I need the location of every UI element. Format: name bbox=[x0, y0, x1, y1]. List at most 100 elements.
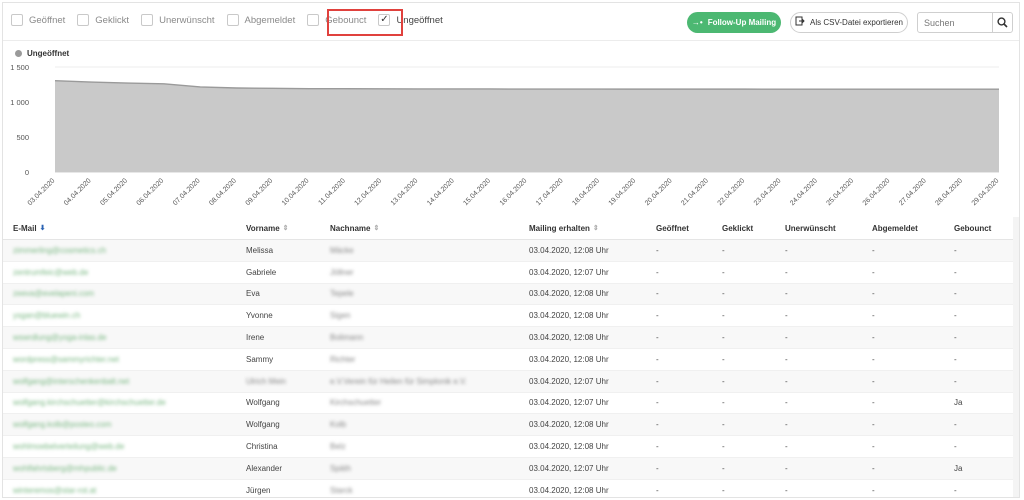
cell-email[interactable]: zimmerling@cosmetics.ch bbox=[3, 246, 246, 255]
cell-email[interactable]: wolfgang.kirchschuetter@kirchschuetter.d… bbox=[3, 398, 246, 407]
sort-icon[interactable]: ⇕ bbox=[593, 224, 599, 232]
cell-abgemeldet: - bbox=[872, 376, 875, 386]
toolbar: Geöffnet Geklickt Unerwünscht Abgemeldet Geb… bbox=[3, 3, 1019, 41]
column-header-nachname[interactable]: Nachname ⇕ bbox=[330, 224, 529, 233]
filter-geklickt[interactable]: Geklickt bbox=[77, 14, 129, 26]
table-row[interactable]: wolfgang@interschenkenbalt.net Ulrich Mei… bbox=[3, 370, 1019, 393]
cell-gebounct: - bbox=[954, 420, 957, 430]
table-row[interactable]: zentrumfeic@web.de Gabriele Jöllner 03.04.2… bbox=[3, 262, 1019, 284]
table-row[interactable]: wswrdlung@yoga-inlas.de Irene Bolimann 03.0… bbox=[3, 327, 1019, 349]
cell-email[interactable]: wswrdlung@yoga-inlas.de bbox=[3, 333, 246, 342]
x-tick-label: 21.04.2020 bbox=[680, 177, 710, 207]
x-tick-label: 05.04.2020 bbox=[99, 177, 129, 207]
cell-unerwuenscht: - bbox=[785, 420, 788, 430]
cell-email[interactable]: winteremos@star-rot.at bbox=[3, 486, 246, 495]
column-header-label: Mailing erhalten bbox=[529, 223, 590, 233]
filter-checkbox[interactable]: ✓ bbox=[378, 14, 391, 26]
cell-geklickt: - bbox=[722, 245, 725, 255]
table-row[interactable]: wordpress@sammyrichter.net Sammy Richter 03… bbox=[3, 349, 1019, 371]
column-header-unerwuenscht: Unerwünscht bbox=[785, 224, 872, 233]
cell-gebounct: - bbox=[954, 333, 957, 343]
follow-up-mailing-button[interactable]: →• Follow-Up Mailing bbox=[687, 12, 781, 33]
cell-vorname: Jürgen bbox=[246, 485, 271, 495]
table-row[interactable]: wohlfahrtsberg@mhpublic.de Alexander Späth… bbox=[3, 457, 1019, 480]
cell-unerwuenscht: - bbox=[785, 485, 788, 495]
table-row[interactable]: winteremos@star-rot.at Jürgen Starck 03.04.… bbox=[3, 480, 1019, 497]
sort-icon[interactable]: ⇕ bbox=[283, 224, 289, 232]
scrollbar[interactable] bbox=[1013, 217, 1019, 497]
x-tick-label: 23.04.2020 bbox=[753, 177, 783, 207]
search-box bbox=[917, 12, 1013, 33]
cell-geoeffnet: - bbox=[656, 267, 659, 277]
filter-geoeffnet[interactable]: Geöffnet bbox=[11, 14, 65, 26]
x-tick-label: 09.04.2020 bbox=[245, 177, 275, 207]
table-row[interactable]: wolfgang.kolb@posteo.com Wolfgang Kolb 03.0… bbox=[3, 414, 1019, 437]
x-tick-label: 28.04.2020 bbox=[934, 177, 964, 207]
filter-ungeoeffnet[interactable]: ✓ Ungeöffnet bbox=[378, 14, 443, 26]
x-tick-label: 12.04.2020 bbox=[353, 177, 383, 207]
table-row[interactable]: zimmerling@cosmetics.ch Melissa Mäcke 03.04… bbox=[3, 240, 1019, 262]
cell-nachname: e.V.Verein für Heilen für Simplonik e.V. bbox=[330, 376, 467, 386]
table-row[interactable]: wohlmoebelverteilung@web.de Christina Belz… bbox=[3, 436, 1019, 458]
cell-vorname: Irene bbox=[246, 333, 265, 343]
search-button[interactable] bbox=[992, 13, 1012, 32]
cell-abgemeldet: - bbox=[872, 289, 875, 299]
table-row[interactable]: zeeva@evelapeni.com Eva Tepele 03.04.2020, … bbox=[3, 283, 1019, 306]
cell-email[interactable]: wolfgang@interschenkenbalt.net bbox=[3, 377, 246, 386]
column-header-label: Unerwünscht bbox=[785, 223, 836, 233]
column-header-label: Geöffnet bbox=[656, 223, 689, 233]
cell-unerwuenscht: - bbox=[785, 245, 788, 255]
cell-email[interactable]: zeeva@evelapeni.com bbox=[3, 289, 246, 298]
column-header-mailing[interactable]: Mailing erhalten ⇕ bbox=[529, 224, 656, 233]
y-tick-label: 1 000 bbox=[10, 98, 29, 107]
cell-email[interactable]: wohlfahrtsberg@mhpublic.de bbox=[3, 464, 246, 473]
table-body: zimmerling@cosmetics.ch Melissa Mäcke 03.04… bbox=[3, 240, 1019, 497]
sort-icon[interactable]: ⇕ bbox=[373, 224, 379, 232]
cell-nachname: Späth bbox=[330, 463, 351, 473]
filter-unerwuenscht[interactable]: Unerwünscht bbox=[141, 14, 215, 26]
cell-email[interactable]: wordpress@sammyrichter.net bbox=[3, 355, 246, 364]
sort-desc-icon[interactable]: ⬇ bbox=[40, 224, 46, 232]
cell-gebounct: - bbox=[954, 442, 957, 452]
cell-geoeffnet: - bbox=[656, 354, 659, 364]
cell-geklickt: - bbox=[722, 354, 725, 364]
filter-checkbox[interactable] bbox=[141, 14, 154, 26]
column-header-geoeffnet: Geöffnet bbox=[656, 224, 722, 233]
cell-email[interactable]: wolfgang.kolb@posteo.com bbox=[3, 420, 246, 429]
table-row[interactable]: ysgan@bluewin.ch Yvonne Sigen 03.04.2020, 1… bbox=[3, 305, 1019, 328]
filter-gebounct[interactable]: Gebounct bbox=[307, 14, 366, 26]
filter-checkbox[interactable] bbox=[77, 14, 90, 26]
x-tick-label: 26.04.2020 bbox=[862, 177, 892, 207]
y-tick-label: 0 bbox=[25, 168, 29, 177]
export-csv-button[interactable]: Als CSV-Datei exportieren bbox=[790, 12, 908, 33]
cell-nachname: Belz bbox=[330, 442, 346, 452]
column-header-vorname[interactable]: Vorname ⇕ bbox=[246, 224, 330, 233]
x-tick-label: 24.04.2020 bbox=[789, 177, 819, 207]
cell-mailing: 03.04.2020, 12:08 Uhr bbox=[529, 311, 609, 321]
cell-gebounct: - bbox=[954, 376, 957, 386]
cell-email[interactable]: ysgan@bluewin.ch bbox=[3, 311, 246, 320]
cell-vorname: Ulrich Mein bbox=[246, 376, 287, 386]
filter-checkbox[interactable] bbox=[226, 14, 239, 26]
cell-geklickt: - bbox=[722, 289, 725, 299]
follow-up-label: Follow-Up Mailing bbox=[707, 18, 777, 27]
cell-email[interactable]: zentrumfeic@web.de bbox=[3, 268, 246, 277]
cell-mailing: 03.04.2020, 12:08 Uhr bbox=[529, 354, 609, 364]
filter-label: Unerwünscht bbox=[159, 14, 215, 26]
x-tick-label: 15.04.2020 bbox=[462, 177, 492, 207]
filter-checkbox[interactable] bbox=[11, 14, 23, 26]
cell-mailing: 03.04.2020, 12:07 Uhr bbox=[529, 267, 609, 277]
export-label: Als CSV-Datei exportieren bbox=[810, 18, 903, 27]
table-row[interactable]: wolfgang.kirchschuetter@kirchschuetter.d… bbox=[3, 393, 1019, 415]
cell-mailing: 03.04.2020, 12:07 Uhr bbox=[529, 398, 609, 408]
cell-geklickt: - bbox=[722, 376, 725, 386]
cell-email[interactable]: wohlmoebelverteilung@web.de bbox=[3, 442, 246, 451]
cell-unerwuenscht: - bbox=[785, 311, 788, 321]
filter-abgemeldet[interactable]: Abgemeldet bbox=[226, 14, 295, 26]
search-input[interactable] bbox=[918, 13, 992, 32]
y-tick-label: 500 bbox=[16, 133, 29, 142]
x-tick-label: 07.04.2020 bbox=[172, 177, 202, 207]
filter-checkbox[interactable] bbox=[307, 14, 320, 26]
column-header-email[interactable]: E-Mail ⬇ bbox=[3, 224, 246, 233]
cell-abgemeldet: - bbox=[872, 311, 875, 321]
